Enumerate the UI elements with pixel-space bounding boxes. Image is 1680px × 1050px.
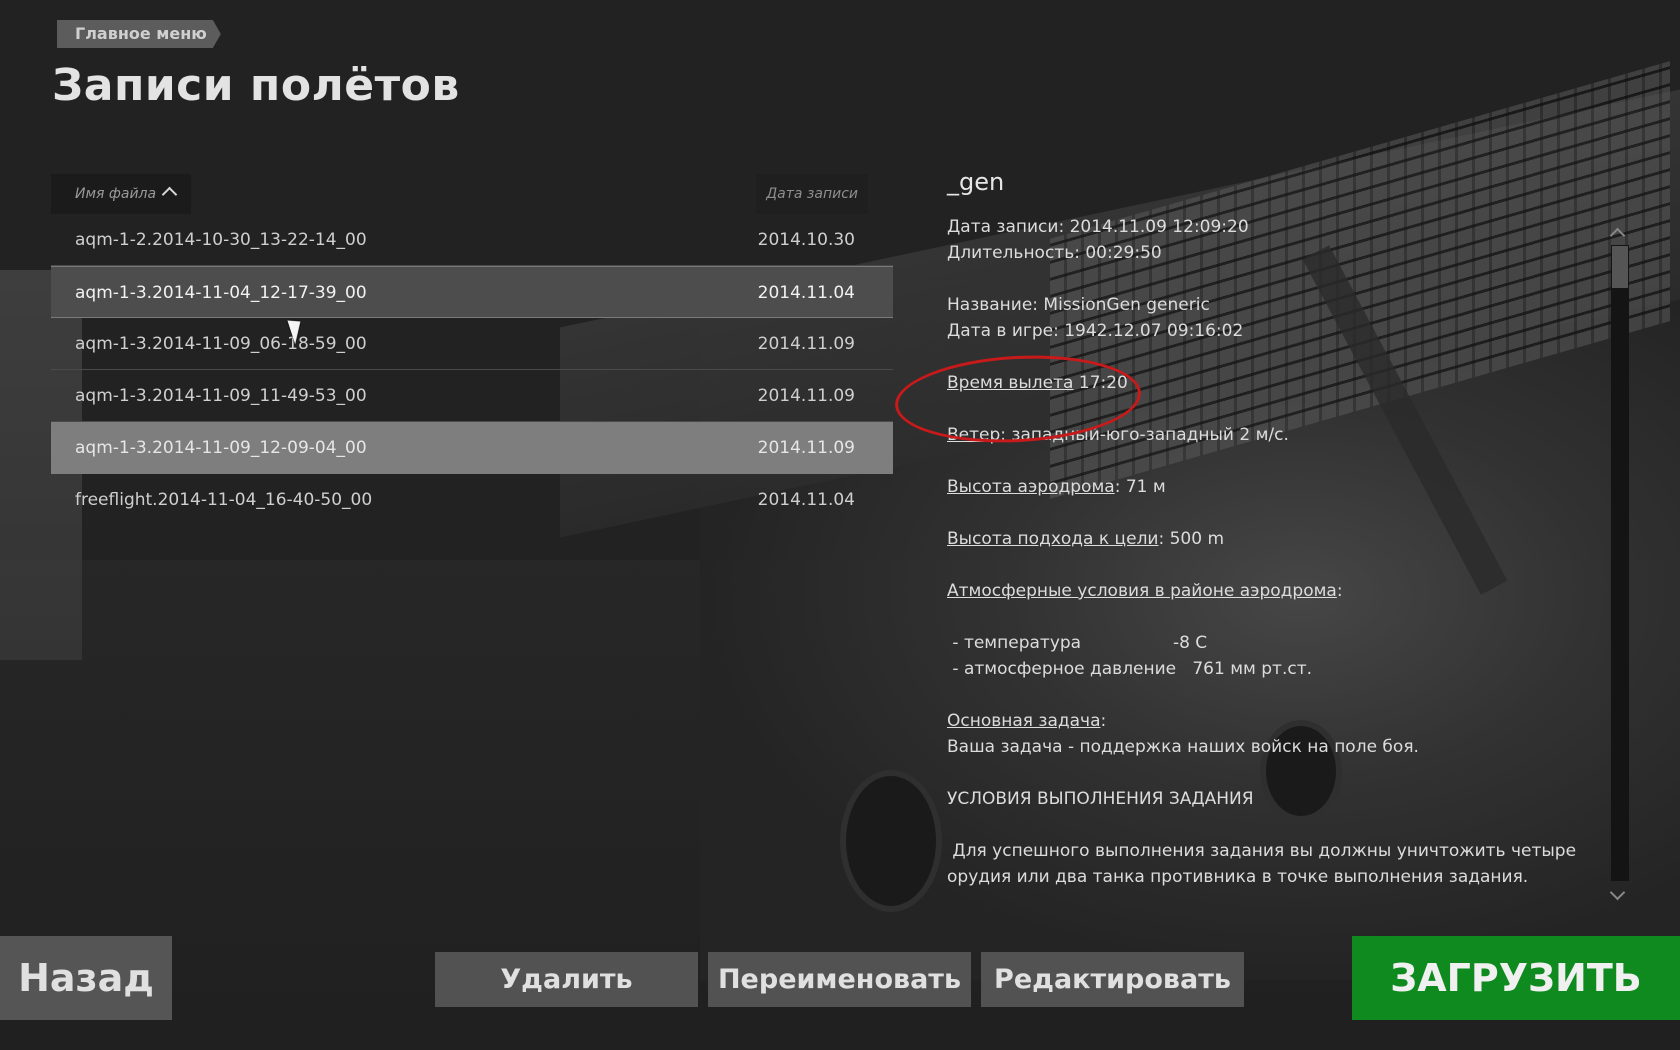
record-date-line: Дата записи: 2014.11.09 12:09:20 <box>947 217 1249 237</box>
main-task-suffix: : <box>1100 711 1107 731</box>
approach-altitude-value: : 500 m <box>1158 529 1225 549</box>
record-date: 2014.11.04 <box>757 490 855 510</box>
list-item[interactable]: aqm-1-3.2014-11-09_11-49-53_00 2014.11.0… <box>51 370 893 422</box>
record-date: 2014.11.04 <box>757 283 855 303</box>
file-name: aqm-1-3.2014-11-09_11-49-53_00 <box>75 386 367 406</box>
main-task-text: Ваша задача - поддержка наших войск на п… <box>947 737 1419 757</box>
flight-records-list: Имя файла Дата записи aqm-1-2.2014-10-30… <box>51 174 893 526</box>
airfield-altitude-value: : 71 м <box>1114 477 1166 497</box>
record-date: 2014.11.09 <box>757 386 855 406</box>
edit-button[interactable]: Редактировать <box>981 952 1244 1007</box>
sort-ascending-icon <box>161 186 178 203</box>
pressure-line: - атмосферное давление 761 мм рт.ст. <box>947 659 1313 679</box>
list-header: Имя файла Дата записи <box>51 174 893 214</box>
load-button[interactable]: ЗАГРУЗИТЬ <box>1352 936 1680 1020</box>
record-date: 2014.10.30 <box>757 230 855 250</box>
duration-line: Длительность: 00:29:50 <box>947 243 1162 263</box>
list-item-selected[interactable]: aqm-1-3.2014-11-09_12-09-04_00 2014.11.0… <box>51 422 893 474</box>
record-date: 2014.11.09 <box>757 438 855 458</box>
conditions-header: УСЛОВИЯ ВЫПОЛНЕНИЯ ЗАДАНИЯ <box>947 789 1254 809</box>
game-date-line: Дата в игре: 1942.12.07 09:16:02 <box>947 321 1244 341</box>
details-scrollbar[interactable] <box>1611 245 1629 881</box>
file-name: aqm-1-3.2014-11-04_12-17-39_00 <box>75 283 367 303</box>
conditions-text: Для успешного выполнения задания вы долж… <box>947 841 1582 887</box>
delete-button[interactable]: Удалить <box>435 952 698 1007</box>
approach-altitude-line: Высота подхода к цели: 500 m <box>947 526 1587 552</box>
sort-label: Имя файла <box>75 186 157 202</box>
sort-by-date-button[interactable]: Дата записи <box>756 174 868 214</box>
list-item[interactable]: aqm-1-2.2014-10-30_13-22-14_00 2014.10.3… <box>51 214 893 266</box>
list-item[interactable]: aqm-1-3.2014-11-09_06-18-59_00 2014.11.0… <box>51 318 893 370</box>
list-item[interactable]: freeflight.2014-11-04_16-40-50_00 2014.1… <box>51 474 893 526</box>
atmosphere-line: Атмосферные условия в районе аэродрома: <box>947 578 1587 604</box>
scrollbar-thumb[interactable] <box>1612 246 1628 288</box>
rename-button[interactable]: Переименовать <box>708 952 971 1007</box>
file-name: aqm-1-2.2014-10-30_13-22-14_00 <box>75 230 367 250</box>
atmosphere-label: Атмосферные условия в районе аэродрома <box>947 581 1337 601</box>
airfield-altitude-line: Высота аэродрома: 71 м <box>947 474 1587 500</box>
file-name: aqm-1-3.2014-11-09_12-09-04_00 <box>75 438 367 458</box>
atmosphere-suffix: : <box>1336 581 1343 601</box>
mission-name-line: Название: MissionGen generic <box>947 295 1210 315</box>
breadcrumb-main-menu[interactable]: Главное меню <box>57 20 221 48</box>
file-name: aqm-1-3.2014-11-09_06-18-59_00 <box>75 334 367 354</box>
record-details-panel: _gen Дата записи: 2014.11.09 12:09:20 Дл… <box>947 168 1587 890</box>
record-name: _gen <box>947 168 1005 196</box>
approach-altitude-label: Высота подхода к цели <box>947 529 1159 549</box>
temperature-line: - температура -8 C <box>947 633 1208 653</box>
main-task-line: Основная задача: <box>947 708 1587 734</box>
file-name: freeflight.2014-11-04_16-40-50_00 <box>75 490 373 510</box>
main-task-label: Основная задача <box>947 711 1101 731</box>
back-button[interactable]: Назад <box>0 936 172 1020</box>
sort-by-filename-button[interactable]: Имя файла <box>51 174 191 214</box>
airfield-altitude-label: Высота аэродрома <box>947 477 1115 497</box>
page-title: Записи полётов <box>52 60 460 111</box>
record-date: 2014.11.09 <box>757 334 855 354</box>
list-item[interactable]: aqm-1-3.2014-11-04_12-17-39_00 2014.11.0… <box>51 266 893 318</box>
